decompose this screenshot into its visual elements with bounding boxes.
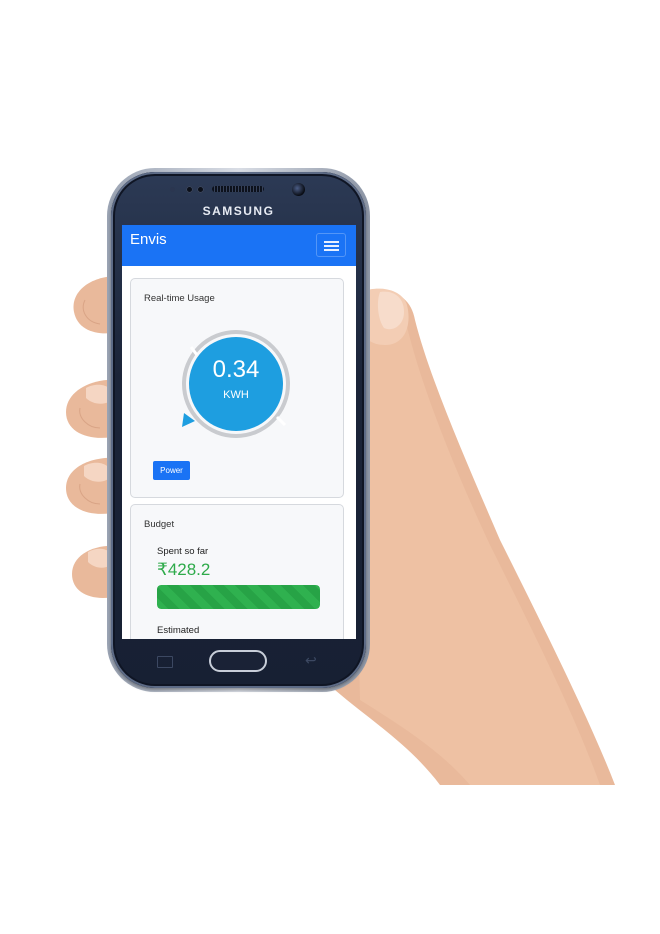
recent-apps-icon[interactable] xyxy=(157,656,173,668)
estimated-label: Estimated xyxy=(157,625,200,636)
app-navbar: Envis xyxy=(122,225,356,266)
proximity-sensor xyxy=(170,187,175,192)
gauge-value: 0.34 xyxy=(212,356,260,383)
budget-card: Budget Spent so far ₹428.2 Estimated xyxy=(130,504,344,639)
front-camera xyxy=(292,183,305,196)
sensor-dot xyxy=(197,186,204,193)
home-button[interactable] xyxy=(209,650,267,672)
spent-label: Spent so far xyxy=(157,546,209,557)
gauge-unit: KWH xyxy=(223,389,249,401)
power-button[interactable]: Power xyxy=(153,461,190,480)
device-brand-logo: SAMSUNG xyxy=(202,204,275,218)
menu-line xyxy=(324,249,339,251)
sensor-dot xyxy=(186,186,193,193)
menu-line xyxy=(324,245,339,247)
realtime-usage-card: Real-time Usage 0.34 KWH Power xyxy=(130,278,344,498)
menu-line xyxy=(324,241,339,243)
app-screen: Envis Real-time Usage 0.34 KWH Power Bud… xyxy=(122,225,356,639)
budget-progress-bar xyxy=(157,585,320,609)
usage-gauge xyxy=(182,330,290,438)
hamburger-menu-icon[interactable] xyxy=(316,233,346,257)
back-icon[interactable]: ↩ xyxy=(305,652,317,669)
card-title: Budget xyxy=(144,519,175,530)
budget-progress-fill xyxy=(157,585,320,609)
earpiece-speaker xyxy=(212,186,264,192)
card-title: Real-time Usage xyxy=(144,293,215,304)
app-title[interactable]: Envis xyxy=(130,231,167,248)
spent-value: ₹428.2 xyxy=(157,560,211,579)
